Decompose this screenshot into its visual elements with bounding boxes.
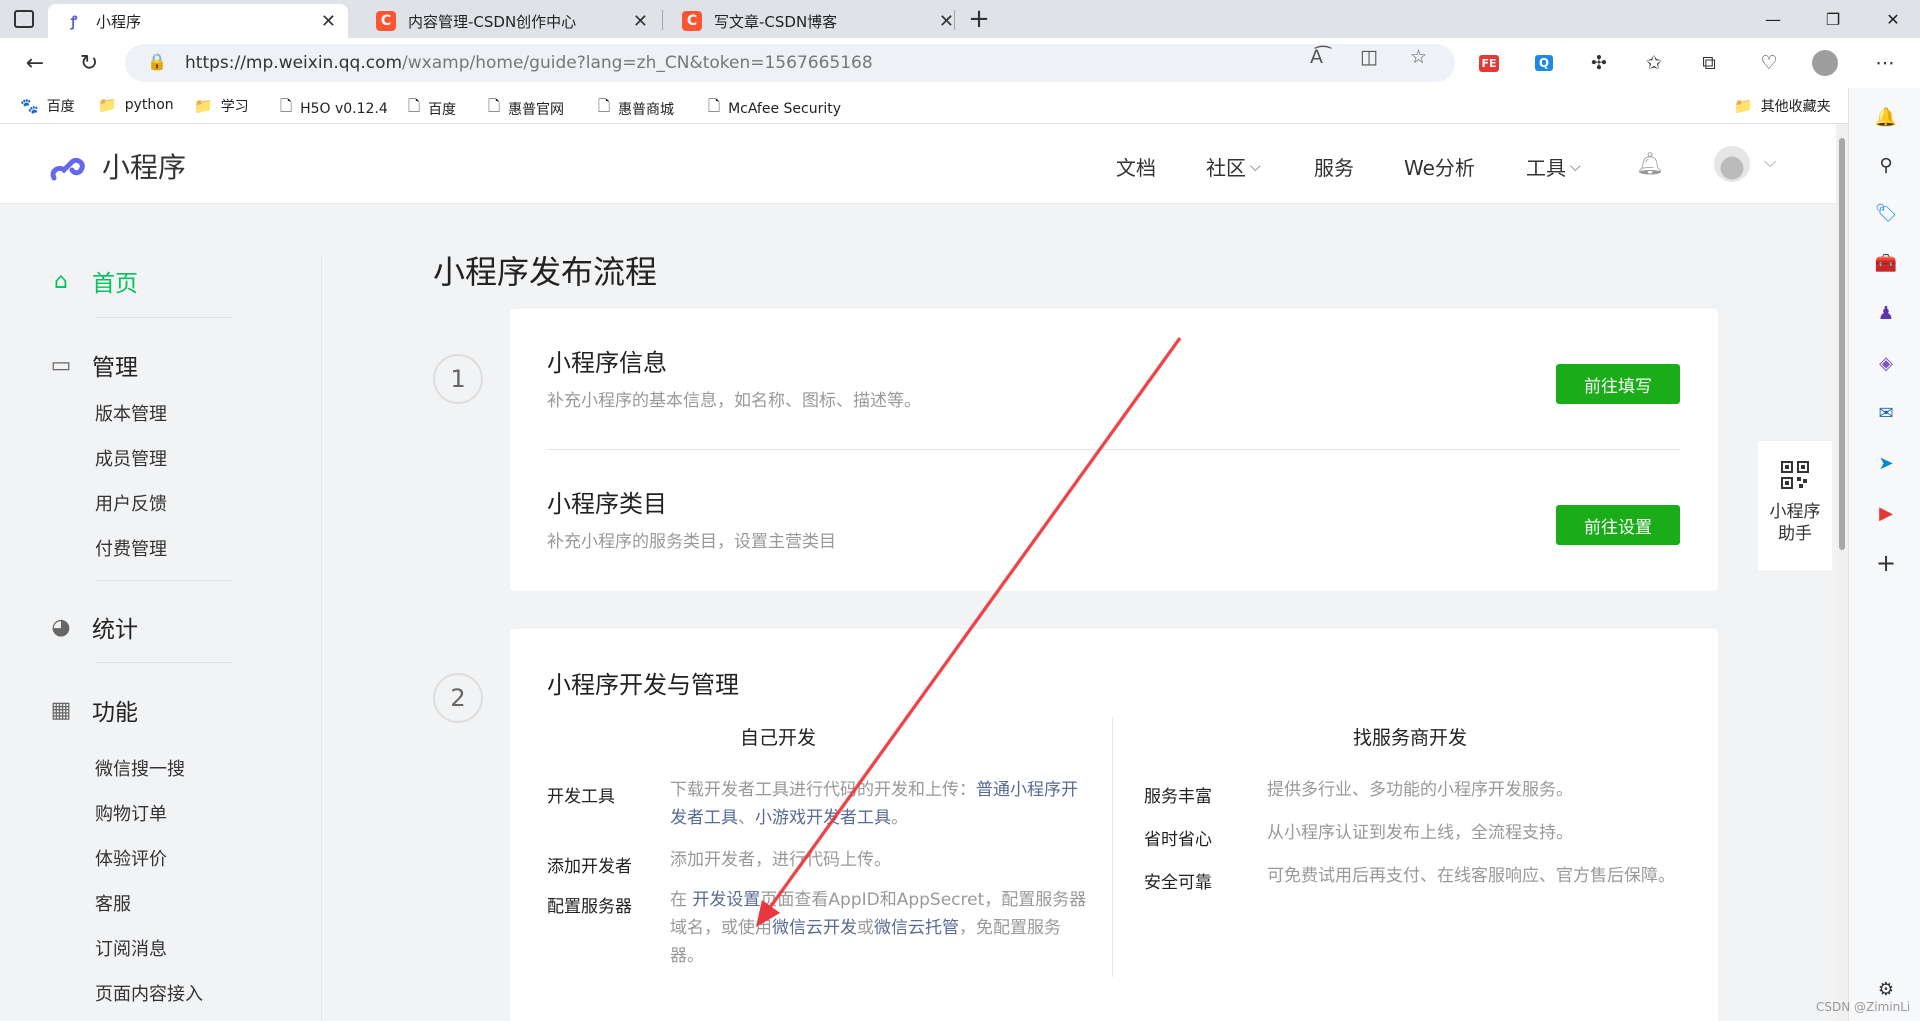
read-aloud-icon[interactable]: A͡ bbox=[1310, 46, 1323, 68]
close-icon[interactable]: ✕ bbox=[633, 11, 648, 32]
bookmark-label: python bbox=[124, 97, 174, 113]
folder-icon: 📁 bbox=[98, 96, 117, 114]
other-bookmarks[interactable]: 📁 其他收藏夹 bbox=[1734, 96, 1831, 116]
tab-csdn-write[interactable]: C 写文章-CSDN博客 ✕ bbox=[666, 4, 966, 38]
tab-title: 内容管理-CSDN创作中心 bbox=[408, 12, 577, 31]
bookmark-python[interactable]: 📁 python bbox=[98, 96, 174, 114]
url-bar[interactable]: 🔒 https://mp.weixin.qq.com/wxamp/home/gu… bbox=[125, 44, 1455, 82]
send-icon[interactable]: ➤ bbox=[1873, 450, 1899, 476]
more-menu-icon[interactable]: ⋯ bbox=[1868, 46, 1902, 80]
bookmark-label: 学习 bbox=[220, 99, 249, 115]
bookmark-label: 惠普官网 bbox=[508, 101, 565, 118]
bookmark-label: H5O v0.12.4 bbox=[300, 100, 388, 117]
qr-code-icon bbox=[1781, 461, 1809, 489]
paw-icon: 🐾 bbox=[20, 97, 39, 115]
page-icon: 🗋 bbox=[488, 97, 501, 115]
browser-sidebar: 🔔 ⚲ 🏷 🧰 ♟ ◈ ✉ ➤ ▶ + ⚙ bbox=[1848, 88, 1920, 1021]
close-icon[interactable]: ✕ bbox=[939, 11, 954, 32]
bookmark-hp-official[interactable]: 🗋 惠普官网 bbox=[488, 96, 564, 121]
page-icon: 🗋 bbox=[708, 97, 721, 115]
tab-mini-program[interactable]: ꝭ 小程序 ✕ bbox=[48, 4, 348, 38]
bookmark-h5o[interactable]: 🗋 H5O v0.12.4 bbox=[280, 96, 388, 121]
url-path: /wxamp/home/guide?lang=zh_CN&token=15676… bbox=[402, 53, 873, 73]
bookmark-hp-store[interactable]: 🗋 惠普商城 bbox=[598, 96, 674, 121]
tab-csdn-content[interactable]: C 内容管理-CSDN创作中心 ✕ bbox=[360, 4, 660, 38]
page-icon: 🗋 bbox=[280, 97, 293, 115]
favorites-list-icon[interactable]: ✩ bbox=[1637, 46, 1671, 80]
youtube-icon[interactable]: ▶ bbox=[1873, 500, 1899, 526]
bookmark-mcafee[interactable]: 🗋 McAfee Security bbox=[708, 96, 841, 121]
games-icon[interactable]: ♟ bbox=[1873, 300, 1899, 326]
copilot-icon[interactable]: ◈ bbox=[1873, 350, 1899, 376]
page-scrollbar[interactable] bbox=[1836, 124, 1848, 1021]
web-page: 小程序 文档 社区 ⌵ 服务 We分析 工具 ⌵ 🔔︎ ● ⌵ ⌂ 首页 ▭ 管理 版本… bbox=[0, 124, 1836, 1021]
csdn-icon: C bbox=[376, 11, 396, 31]
folder-icon: 📁 bbox=[1734, 97, 1753, 115]
favorite-star-icon[interactable]: ☆ bbox=[1410, 46, 1427, 68]
annotation-arrow bbox=[756, 336, 1182, 927]
watermark: CSDN @ZiminLi bbox=[1816, 1000, 1911, 1014]
close-icon[interactable]: ✕ bbox=[321, 11, 336, 32]
tab-title: 小程序 bbox=[96, 12, 142, 31]
tab-actions-icon[interactable] bbox=[14, 10, 34, 28]
tab-title: 写文章-CSDN博客 bbox=[714, 12, 838, 31]
restore-button[interactable]: ❐ bbox=[1806, 0, 1860, 38]
page-icon: 🗋 bbox=[408, 97, 421, 115]
page-icon: 🗋 bbox=[598, 97, 611, 115]
bookmark-study[interactable]: 📁 学习 bbox=[194, 96, 249, 116]
tab-separator bbox=[662, 10, 663, 30]
bookmarks-bar: 🐾 百度 📁 python 📁 学习 🗋 H5O v0.12.4 🗋 百度 🗋 惠普官网 🗋… bbox=[0, 88, 1920, 124]
search-icon[interactable]: ⚲ bbox=[1873, 152, 1899, 178]
mini-program-icon: ꝭ bbox=[70, 13, 78, 30]
tools-icon[interactable]: 🧰 bbox=[1873, 250, 1899, 276]
shopping-tag-icon[interactable]: 🏷 bbox=[1873, 200, 1899, 226]
extensions-puzzle-icon[interactable]: ✣ bbox=[1582, 46, 1616, 80]
url-host: https://mp.weixin.qq.com bbox=[185, 53, 403, 73]
bookmark-baidu-2[interactable]: 🗋 百度 bbox=[408, 96, 456, 121]
minimize-button[interactable]: — bbox=[1746, 0, 1800, 38]
mini-program-assistant[interactable]: 小程序助手 bbox=[1758, 440, 1832, 572]
scrollbar-thumb[interactable] bbox=[1839, 138, 1845, 550]
address-toolbar: ← ↻ 🔒 https://mp.weixin.qq.com/wxamp/hom… bbox=[0, 38, 1920, 88]
other-bookmarks-label: 其他收藏夹 bbox=[1760, 99, 1831, 115]
outlook-icon[interactable]: ✉ bbox=[1873, 400, 1899, 426]
extension-fe-icon[interactable]: FE bbox=[1472, 46, 1506, 80]
assistant-label: 小程序助手 bbox=[1769, 502, 1821, 544]
close-window-button[interactable]: ✕ bbox=[1866, 0, 1920, 38]
bookmark-label: 百度 bbox=[46, 99, 75, 115]
tab-separator bbox=[954, 10, 955, 30]
browser-tab-bar: ꝭ 小程序 ✕ C 内容管理-CSDN创作中心 ✕ C 写文章-CSDN博客 ✕… bbox=[0, 0, 1920, 38]
notification-bell-icon[interactable]: 🔔 bbox=[1873, 104, 1899, 130]
settings-gear-icon[interactable]: ⚙ bbox=[1873, 976, 1899, 1002]
split-screen-icon[interactable]: ◫ bbox=[1360, 46, 1378, 68]
lock-icon[interactable]: 🔒 bbox=[147, 52, 167, 71]
back-button[interactable]: ← bbox=[18, 46, 52, 80]
csdn-icon: C bbox=[682, 11, 702, 31]
refresh-button[interactable]: ↻ bbox=[72, 46, 106, 80]
browser-essentials-icon[interactable]: ♡ bbox=[1752, 46, 1786, 80]
add-icon[interactable]: + bbox=[1873, 549, 1899, 577]
bookmark-label: McAfee Security bbox=[728, 100, 842, 117]
folder-icon: 📁 bbox=[194, 97, 213, 115]
extension-q-icon[interactable]: Q bbox=[1527, 46, 1561, 80]
collections-icon[interactable]: ⧉ bbox=[1692, 46, 1726, 80]
bookmark-label: 百度 bbox=[428, 101, 457, 118]
new-tab-button[interactable]: + bbox=[964, 4, 994, 34]
bookmark-baidu[interactable]: 🐾 百度 bbox=[20, 96, 75, 116]
profile-avatar[interactable] bbox=[1808, 46, 1842, 80]
bookmark-label: 惠普商城 bbox=[618, 101, 675, 118]
